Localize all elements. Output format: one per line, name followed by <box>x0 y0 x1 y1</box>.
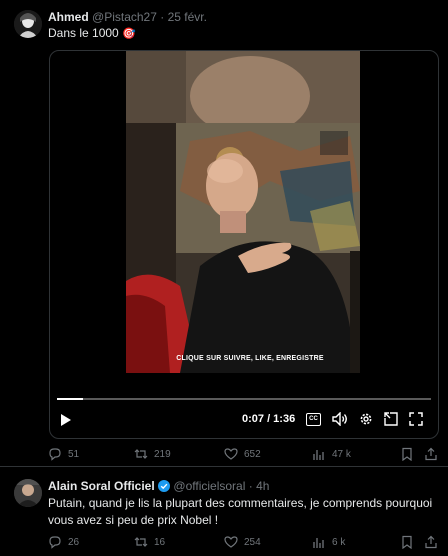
views-chart-icon <box>313 538 324 548</box>
video-time: 0:07 / 1:36 <box>242 413 296 425</box>
like-count: 652 <box>244 448 261 460</box>
picture-in-picture-icon <box>384 412 398 426</box>
repost-button[interactable]: 219 <box>134 447 171 461</box>
views-count: 47 k <box>332 448 351 460</box>
author-handle[interactable]: @officielsoral <box>173 479 245 493</box>
heart-icon <box>224 448 238 460</box>
volume-button[interactable] <box>332 412 348 426</box>
reply-count: 51 <box>68 448 80 460</box>
author-handle[interactable]: @Pistach27 <box>92 10 157 24</box>
video-progress-fill <box>57 398 84 400</box>
volume-icon <box>332 412 347 426</box>
views-chart-icon <box>313 450 324 460</box>
repost-icon <box>134 449 148 459</box>
target-emoji: 🎯 <box>122 28 136 40</box>
like-count: 254 <box>244 536 261 548</box>
video-frame <box>126 51 360 373</box>
bookmark-icon <box>402 535 412 549</box>
play-icon <box>61 414 71 426</box>
avatar-alain-soral[interactable] <box>14 479 42 507</box>
fullscreen-button[interactable] <box>409 412 423 426</box>
reply-icon <box>49 448 61 461</box>
share-icon <box>425 535 437 549</box>
verified-badge-icon <box>158 480 171 492</box>
author-name[interactable]: Alain Soral Officiel <box>48 479 155 493</box>
tweet-text: Putain, quand je lis la plupart des comm… <box>48 496 433 527</box>
views-button[interactable]: 47 k <box>312 447 351 461</box>
heart-icon <box>224 536 238 548</box>
tweet-actions: 51 219 652 47 k <box>48 447 437 465</box>
tweet-text-body: Dans le 1000 <box>48 26 119 40</box>
reply-count: 26 <box>68 536 80 548</box>
share-button[interactable] <box>424 535 438 549</box>
reply-button[interactable]: 51 <box>48 447 79 461</box>
share-button[interactable] <box>424 447 438 461</box>
avatar-ahmed[interactable] <box>14 10 42 38</box>
pip-button[interactable] <box>384 412 398 426</box>
like-button[interactable]: 254 <box>224 535 261 549</box>
separator: · <box>160 10 165 24</box>
repost-button[interactable]: 16 <box>134 535 165 549</box>
author-name[interactable]: Ahmed <box>48 10 89 24</box>
tweet-actions: 26 16 254 6 k <box>48 535 437 553</box>
views-button[interactable]: 6 k <box>312 535 345 549</box>
bookmark-button[interactable] <box>400 447 414 461</box>
gear-icon <box>360 413 372 425</box>
tweet-text: Dans le 1000 🎯 <box>48 25 136 43</box>
video-player[interactable]: CLIQUE SUR SUIVRE, LIKE, ENREGISTRE 0:07… <box>49 50 439 439</box>
bookmark-icon <box>402 447 412 461</box>
fullscreen-icon <box>409 412 423 426</box>
views-count: 6 k <box>332 536 346 548</box>
repost-count: 16 <box>154 536 166 548</box>
like-button[interactable]: 652 <box>224 447 261 461</box>
repost-icon <box>134 537 148 547</box>
reply-icon <box>49 536 61 549</box>
captions-label: CC <box>309 416 318 422</box>
play-button[interactable] <box>60 413 72 427</box>
captions-button[interactable]: CC <box>306 413 321 426</box>
repost-count: 219 <box>154 448 171 460</box>
video-progress-track[interactable] <box>57 398 431 400</box>
video-caption: CLIQUE SUR SUIVRE, LIKE, ENREGISTRE <box>176 355 324 362</box>
bookmark-button[interactable] <box>400 535 414 549</box>
reply-button[interactable]: 26 <box>48 535 79 549</box>
tweet-time[interactable]: 4h <box>256 479 269 493</box>
separator: · <box>248 479 253 493</box>
share-icon <box>425 447 437 461</box>
tweet-alain-soral[interactable]: Alain Soral Officiel @officielsoral · 4h… <box>0 467 448 556</box>
settings-button[interactable] <box>359 412 373 426</box>
tweet-ahmed[interactable]: Ahmed @Pistach27 · 25 févr. Dans le 1000… <box>0 0 448 466</box>
tweet-date[interactable]: 25 févr. <box>168 10 207 24</box>
